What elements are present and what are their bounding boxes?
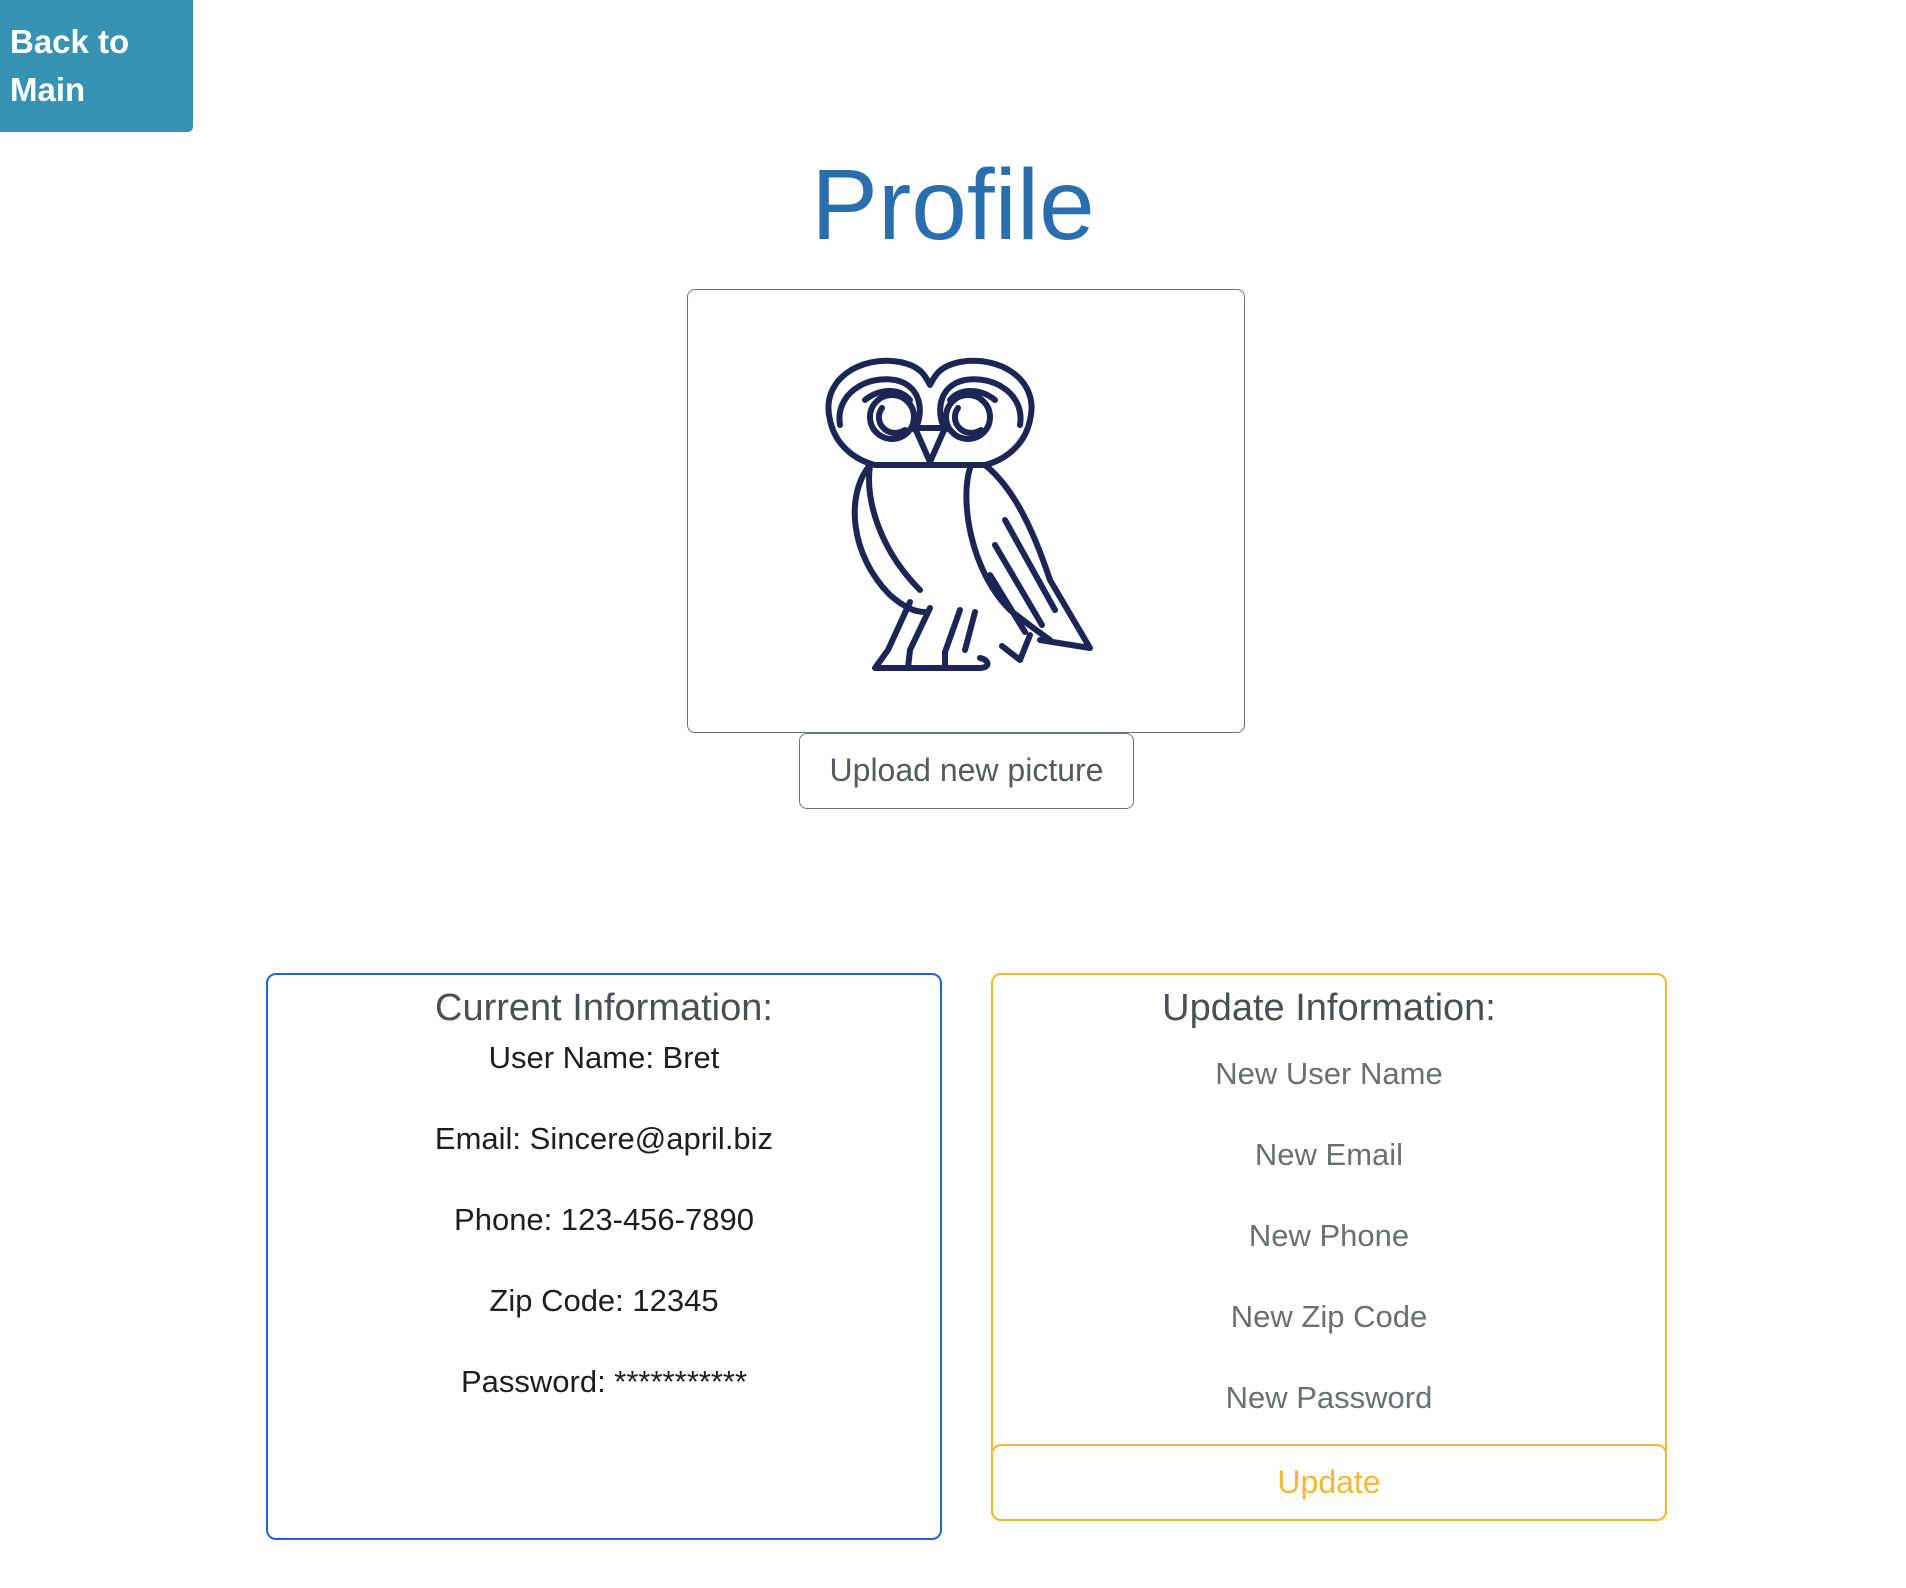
update-information-title: Update Information: [1162, 987, 1496, 1029]
back-button-label-line1: Back to [10, 23, 130, 60]
owl-logo-icon [825, 357, 1093, 671]
page-title: Profile [811, 149, 1095, 261]
current-zip-code: Zip Code: 12345 [489, 1283, 719, 1318]
current-information-card: Current Information: User Name: Bret Ema… [266, 973, 942, 1540]
new-zip-code-input[interactable] [993, 1276, 1665, 1357]
back-button-label-line2: Main [10, 71, 86, 108]
current-information-title: Current Information: [435, 987, 773, 1029]
current-username: User Name: Bret [488, 1040, 720, 1075]
update-information-card: Update Information: Update [991, 973, 1667, 1521]
current-password: Password: *********** [460, 1364, 748, 1399]
new-phone-input[interactable] [993, 1195, 1665, 1276]
new-email-input[interactable] [993, 1114, 1665, 1195]
update-button[interactable]: Update [991, 1444, 1667, 1521]
new-username-input[interactable] [993, 1033, 1665, 1114]
new-password-input[interactable] [993, 1357, 1665, 1438]
current-phone: Phone: 123-456-7890 [454, 1202, 754, 1237]
back-to-main-button[interactable]: Back to Main [0, 0, 193, 132]
upload-new-picture-button[interactable]: Upload new picture [799, 733, 1134, 809]
current-email: Email: Sincere@april.biz [434, 1121, 774, 1156]
